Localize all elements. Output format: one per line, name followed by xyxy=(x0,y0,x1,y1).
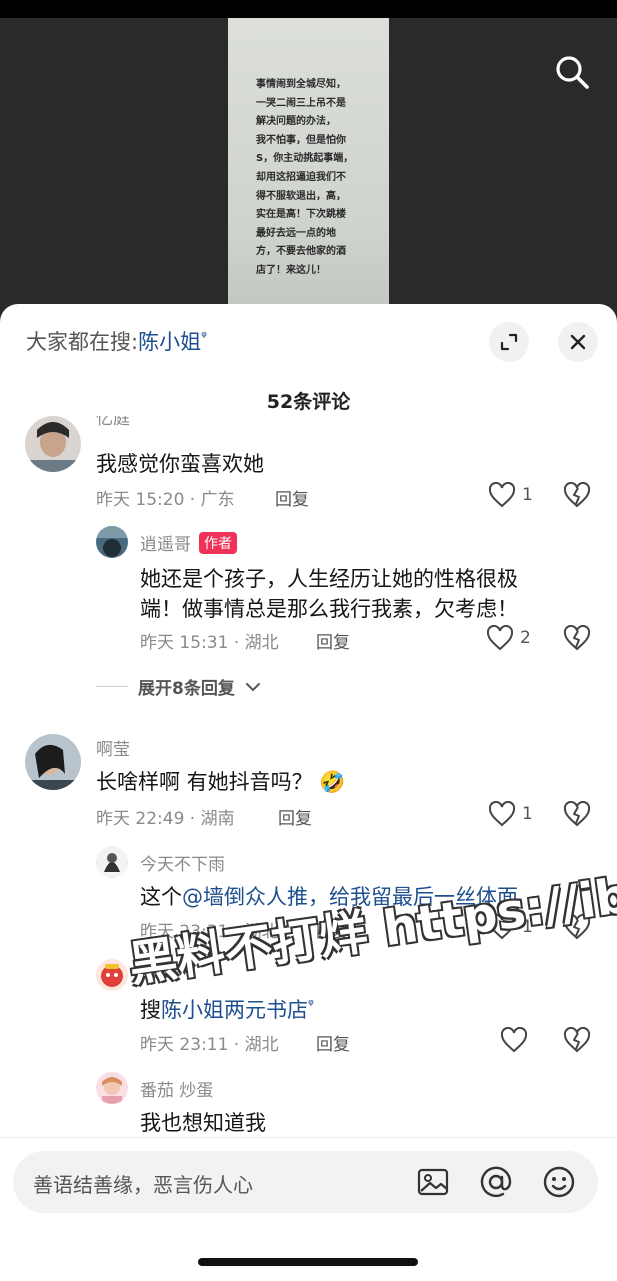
emoji-icon[interactable] xyxy=(542,1165,576,1199)
like-button[interactable]: 1 xyxy=(488,801,533,827)
reply-time-location: 昨天 23:11 · 湖北 xyxy=(140,1035,279,1055)
reply-button[interactable]: 回复 xyxy=(316,628,350,653)
search-suggestion-link[interactable]: 陈小姐两元书店 xyxy=(161,998,308,1022)
reply-username[interactable]: 今天不下雨 xyxy=(140,850,225,875)
avatar[interactable] xyxy=(96,526,128,558)
reply-button[interactable]: 回复 xyxy=(278,804,312,829)
comment-text-body: 长啥样啊 有她抖音吗？ xyxy=(96,770,313,794)
avatar[interactable] xyxy=(25,416,81,472)
reply-text-prefix: 这个 xyxy=(140,885,182,909)
dislike-button[interactable] xyxy=(563,913,591,944)
reply-button[interactable]: 回复 xyxy=(275,485,309,510)
reply-button[interactable]: 回复 xyxy=(316,917,350,942)
avatar[interactable] xyxy=(96,1072,128,1104)
heart-icon xyxy=(500,1027,528,1053)
broken-heart-icon xyxy=(563,1026,591,1053)
expand-button[interactable] xyxy=(489,322,529,362)
trending-search-prefix: 大家都在搜: xyxy=(26,330,139,354)
reply-button[interactable]: 回复 xyxy=(316,1030,350,1055)
laughing-emoji: 🤣 xyxy=(319,770,346,794)
close-button[interactable] xyxy=(558,322,598,362)
divider xyxy=(96,686,128,687)
comment-input-bar: 善语结善缘，恶言伤人心 xyxy=(0,1137,617,1281)
image-icon[interactable] xyxy=(416,1165,450,1199)
like-button[interactable] xyxy=(500,1027,528,1053)
status-bar xyxy=(0,0,617,18)
reply-text-line-1: 她还是个孩子，人生经历让她的性格很极 xyxy=(140,567,518,591)
video-frame: 事情闹到全城尽知， 一哭二闹三上吊不是 解决问题的办法， 我不怕事，但是怕你 S… xyxy=(228,18,389,318)
reply-time-location: 昨天 15:31 · 湖北 xyxy=(140,633,279,653)
expand-icon xyxy=(500,333,518,351)
reply-text: 我也想知道我 xyxy=(140,1111,266,1135)
search-icon[interactable] xyxy=(552,52,592,92)
mention-link[interactable]: @墙倒众人推，给我留最后一丝体面 xyxy=(182,885,518,909)
broken-heart-icon xyxy=(563,800,591,827)
dislike-button[interactable] xyxy=(563,624,591,655)
trending-search-term[interactable]: 陈小姐 xyxy=(138,330,201,354)
reply-username-text: 逍遥哥 xyxy=(140,535,191,555)
heart-icon xyxy=(488,482,516,508)
comment-text: 长啥样啊 有她抖音吗？ 🤣 xyxy=(96,766,346,796)
dislike-button[interactable] xyxy=(563,800,591,831)
comment-input-placeholder: 善语结善缘，恶言伤人心 xyxy=(33,1173,253,1197)
expand-replies-label: 展开8条回复 xyxy=(138,679,235,699)
like-count: 1 xyxy=(522,917,533,937)
reply-text-line-2: 端！做事情总是那么我行我素，欠考虑！ xyxy=(140,597,518,621)
like-count: 1 xyxy=(522,485,533,505)
reply-time-location: 昨天 23:31 · 湖北 xyxy=(140,922,279,942)
dislike-button[interactable] xyxy=(563,1026,591,1057)
avatar[interactable] xyxy=(96,846,128,878)
like-count: 1 xyxy=(522,804,533,824)
reply-text: 这个@墙倒众人推，给我留最后一丝体面 xyxy=(140,881,518,911)
chevron-down-icon xyxy=(245,682,260,691)
comment-time-location: 昨天 15:20 · 广东 xyxy=(96,490,235,510)
home-indicator xyxy=(198,1258,418,1266)
expand-replies-button[interactable]: 展开8条回复 xyxy=(96,674,261,699)
video-caption: 事情闹到全城尽知， 一哭二闹三上吊不是 解决问题的办法， 我不怕事，但是怕你 S… xyxy=(256,79,354,276)
comment-input[interactable]: 善语结善缘，恶言伤人心 xyxy=(13,1151,598,1213)
comment-username[interactable]: 啊莹 xyxy=(96,735,130,760)
mention-icon[interactable] xyxy=(479,1165,513,1199)
like-button[interactable]: 1 xyxy=(488,914,533,940)
heart-icon xyxy=(486,625,514,651)
broken-heart-icon xyxy=(563,913,591,940)
comment-username[interactable]: 忆庭 xyxy=(96,416,130,428)
broken-heart-icon xyxy=(563,481,591,508)
comment-text: 我感觉你蛮喜欢她 xyxy=(96,452,264,476)
like-count: 2 xyxy=(520,628,531,648)
comment-count: 52条评论 xyxy=(266,391,351,413)
heart-icon xyxy=(488,801,516,827)
avatar[interactable] xyxy=(25,734,81,790)
comment-sheet: 大家都在搜:陈小姐ᵠ 52条评论 忆庭 我感觉你蛮喜欢她 昨天 15:20 · … xyxy=(0,304,617,1280)
broken-heart-icon xyxy=(563,624,591,651)
reply-text-prefix: 搜 xyxy=(140,998,161,1022)
search-small-icon: ᵠ xyxy=(201,329,207,345)
video-player[interactable]: 事情闹到全城尽知， 一哭二闹三上吊不是 解决问题的办法， 我不怕事，但是怕你 S… xyxy=(0,18,617,318)
trending-search[interactable]: 大家都在搜:陈小姐ᵠ xyxy=(26,326,207,356)
close-icon xyxy=(570,334,586,350)
like-button[interactable]: 2 xyxy=(486,625,531,651)
author-badge: 作者 xyxy=(199,532,237,554)
comment-time-location: 昨天 22:49 · 湖南 xyxy=(96,809,235,829)
dislike-button[interactable] xyxy=(563,481,591,512)
reply-username[interactable]: futu xyxy=(140,963,174,983)
reply-text: 搜陈小姐两元书店ᵠ xyxy=(140,994,314,1024)
search-small-icon: ᵠ xyxy=(308,997,314,1013)
heart-icon xyxy=(488,914,516,940)
reply-username[interactable]: 逍遥哥 作者 xyxy=(140,530,237,555)
like-button[interactable]: 1 xyxy=(488,482,533,508)
avatar[interactable] xyxy=(96,959,128,991)
reply-username[interactable]: 番茄 炒蛋 xyxy=(140,1076,213,1101)
